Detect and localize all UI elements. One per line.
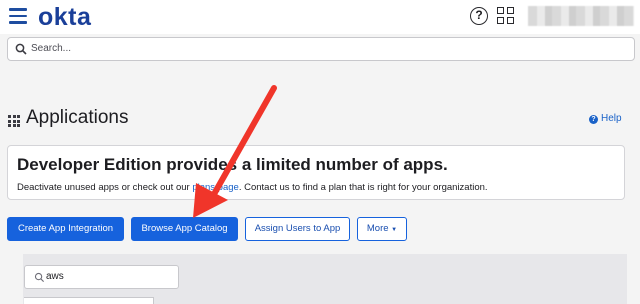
search-icon: [34, 272, 45, 283]
notice-heading: Developer Edition provides a limited num…: [17, 155, 448, 174]
notice-text: Deactivate unused apps or check out our …: [17, 182, 488, 193]
help-link[interactable]: ? Help: [589, 113, 622, 124]
more-label: More: [366, 223, 389, 234]
plans-page-link[interactable]: plans page: [192, 182, 238, 193]
help-icon: ?: [589, 115, 598, 124]
app-filter-input[interactable]: aws: [24, 265, 179, 289]
search-icon: [15, 43, 27, 55]
chevron-down-icon: ▼: [391, 227, 398, 233]
developer-edition-notice: Developer Edition provides a limited num…: [7, 145, 625, 200]
help-circle-icon[interactable]: ?: [470, 7, 488, 25]
filter-sidebar-tab: [24, 297, 154, 304]
page-title-text: Applications: [26, 107, 129, 128]
user-account-menu[interactable]: [528, 6, 634, 26]
apps-grid-icon: [8, 115, 21, 127]
help-label: Help: [601, 113, 622, 124]
apps-grid-icon[interactable]: [497, 7, 515, 25]
notice-text-before: Deactivate unused apps or check out our: [17, 182, 193, 193]
assign-users-to-app-button[interactable]: Assign Users to App: [245, 217, 350, 241]
top-navigation-bar: okta ?: [0, 0, 640, 34]
app-filter-value: aws: [46, 271, 64, 282]
browse-app-catalog-button[interactable]: Browse App Catalog: [131, 217, 238, 241]
okta-logo[interactable]: okta: [38, 3, 91, 32]
search-placeholder: Search...: [31, 43, 72, 54]
notice-text-after: . Contact us to find a plan that is righ…: [238, 182, 488, 193]
create-app-integration-button[interactable]: Create App Integration: [7, 217, 124, 241]
global-search-input[interactable]: Search...: [7, 37, 635, 61]
more-dropdown-button[interactable]: More ▼: [357, 217, 407, 241]
hamburger-menu-icon[interactable]: [9, 8, 29, 24]
